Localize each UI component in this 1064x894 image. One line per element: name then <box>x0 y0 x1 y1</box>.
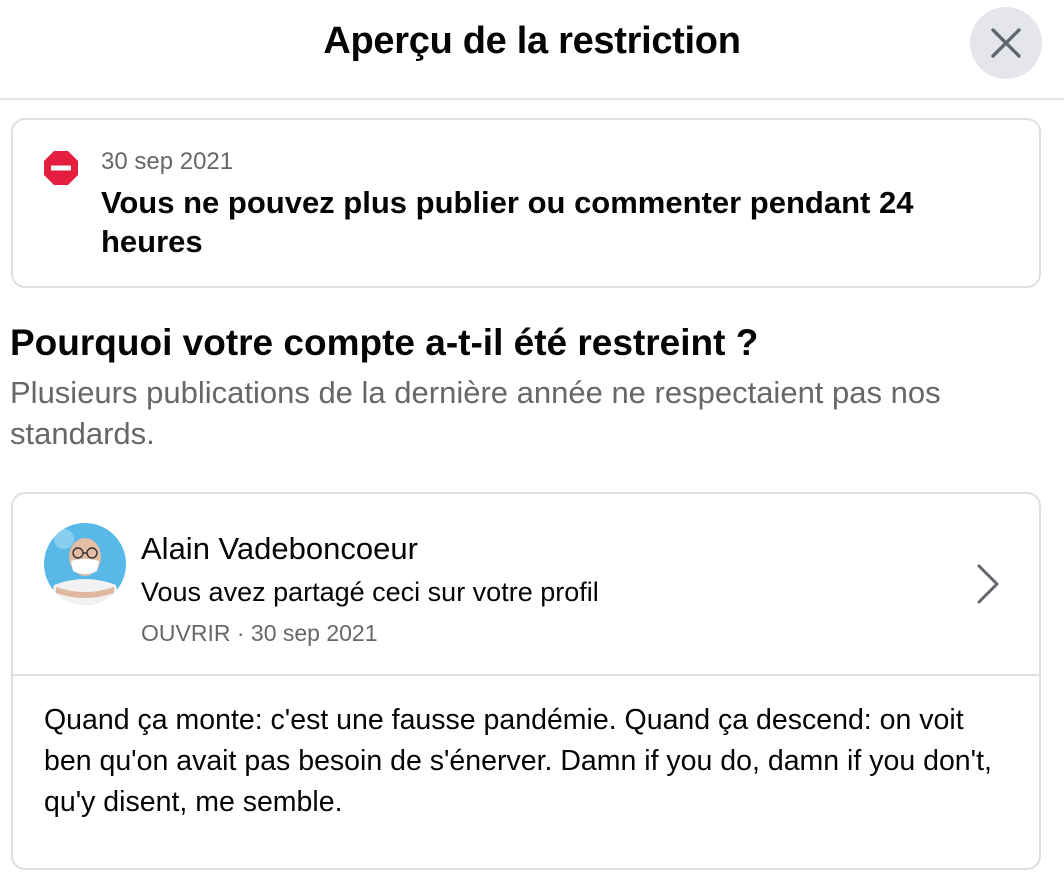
post-date: 30 sep 2021 <box>250 620 378 646</box>
page-title: Aperçu de la restriction <box>323 20 741 62</box>
post-body-text: Quand ça monte: c'est une fausse pandémi… <box>44 704 992 818</box>
close-icon <box>991 28 1021 58</box>
restriction-card: 30 sep 2021 Vous ne pouvez plus publier … <box>11 118 1041 288</box>
reason-description: Plusieurs publications de la dernière an… <box>10 375 941 451</box>
post-share-note: Vous avez partagé ceci sur votre profil <box>141 577 599 607</box>
post-header-link[interactable]: Alain Vadeboncoeur Vous avez partagé cec… <box>13 494 1039 676</box>
post-author-name: Alain Vadeboncoeur <box>141 531 418 566</box>
restriction-message: Vous ne pouvez plus publier ou commenter… <box>101 185 914 259</box>
open-label[interactable]: OUVRIR <box>141 620 230 646</box>
close-button[interactable] <box>970 7 1042 79</box>
restriction-date: 30 sep 2021 <box>101 148 234 175</box>
post-card: Alain Vadeboncoeur Vous avez partagé cec… <box>11 492 1041 870</box>
meta-separator: · <box>230 620 251 646</box>
header: Aperçu de la restriction <box>0 0 1064 100</box>
chevron-right-icon <box>977 564 999 604</box>
restriction-preview-page: Aperçu de la restriction 30 sep 2021 Vou… <box>0 0 1064 894</box>
avatar <box>44 523 126 605</box>
reason-heading: Pourquoi votre compte a-t-il été restrei… <box>10 322 759 363</box>
stop-icon <box>44 151 78 185</box>
post-meta: OUVRIR · 30 sep 2021 <box>141 620 378 647</box>
